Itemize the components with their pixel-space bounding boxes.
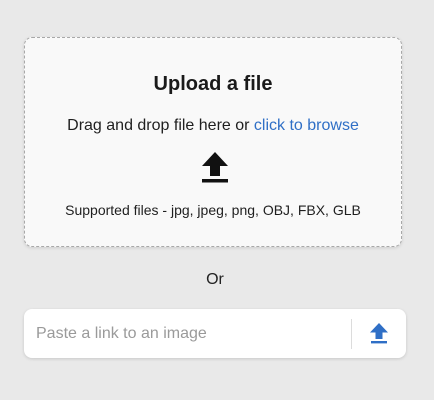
or-separator: Or [206,271,224,288]
file-dropzone[interactable]: Upload a file Drag and drop file here or… [24,37,402,247]
dropzone-title: Upload a file [153,73,273,95]
browse-link[interactable]: click to browse [254,117,359,134]
upload-icon[interactable] [368,321,390,345]
image-link-bar [24,309,406,358]
dropzone-instructions: Drag and drop file here or click to brow… [25,117,401,135]
input-divider [351,319,352,349]
supported-file-types: Supported files - jpg, jpeg, png, OBJ, F… [65,202,361,218]
image-link-input[interactable] [36,309,346,358]
drag-drop-text: Drag and drop file here or [67,117,254,134]
upload-icon [202,152,228,183]
